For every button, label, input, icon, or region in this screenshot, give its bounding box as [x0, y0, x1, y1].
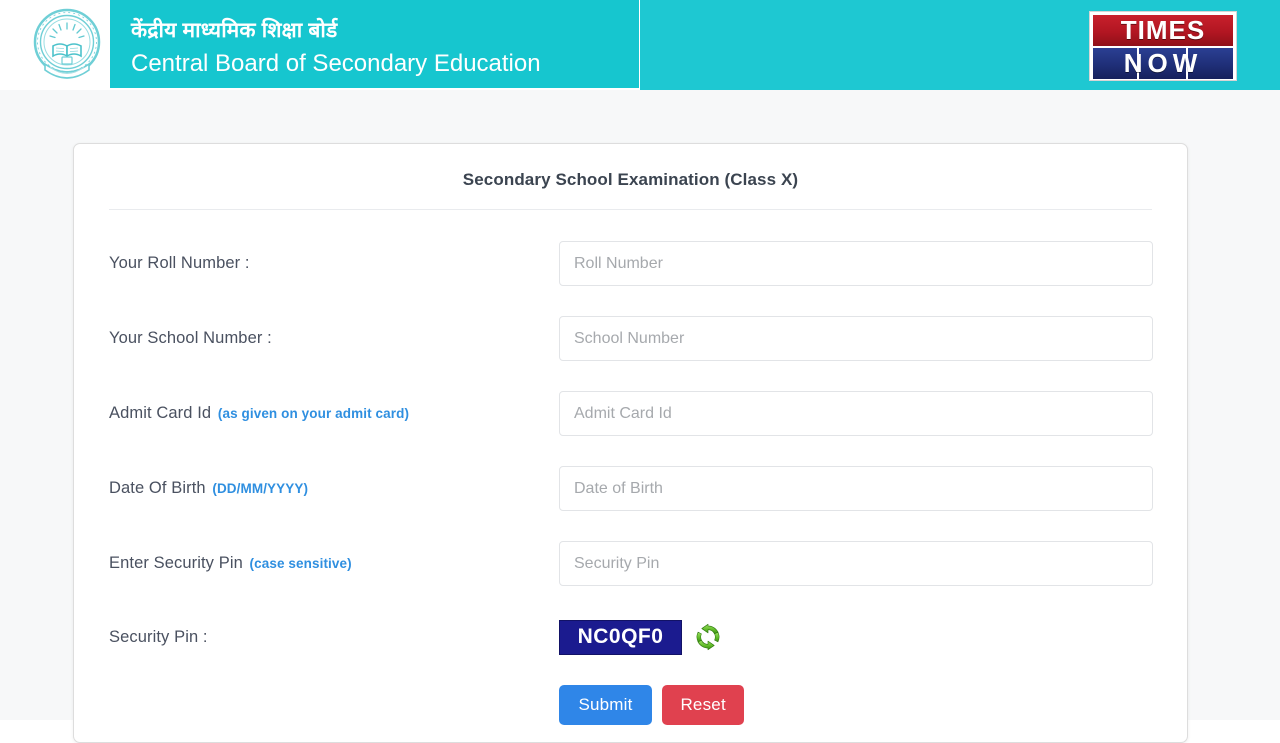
form-row-roll-number: Your Roll Number : [109, 226, 1153, 301]
roll-number-input[interactable] [559, 241, 1153, 286]
label-school-number-text: Your School Number : [109, 329, 272, 347]
date-of-birth-input[interactable] [559, 466, 1153, 511]
submit-button[interactable]: Submit [559, 685, 652, 725]
label-captcha: Security Pin : [109, 628, 559, 647]
page-root: केंद्रीय माध्यमिक शिक्षा बोर्ड Central B… [0, 0, 1280, 743]
field-captcha: NC0QF0 [559, 619, 1152, 655]
label-roll-number-text: Your Roll Number : [109, 254, 250, 272]
times-now-top-word: TIMES [1120, 15, 1206, 45]
hint-security-pin: (case sensitive) [249, 556, 352, 571]
form-row-captcha: Security Pin : NC0QF0 [109, 601, 1152, 673]
captcha-code: NC0QF0 [577, 625, 664, 648]
result-login-form: Your Roll Number : Your School Number : [74, 210, 1187, 673]
result-login-card: Secondary School Examination (Class X) Y… [73, 143, 1188, 743]
board-name-block: केंद्रीय माध्यमिक शिक्षा बोर्ड Central B… [131, 18, 651, 78]
times-now-top-bar: TIMES [1093, 15, 1233, 46]
reset-button[interactable]: Reset [662, 685, 744, 725]
refresh-icon[interactable] [693, 622, 723, 652]
site-header: केंद्रीय माध्यमिक शिक्षा बोर्ड Central B… [0, 0, 1280, 90]
field-school-number [559, 316, 1153, 361]
field-date-of-birth [559, 466, 1153, 511]
board-name-hindi: केंद्रीय माध्यमिक शिक्षा बोर्ड [131, 19, 338, 42]
times-now-bottom-bar: NOW [1093, 48, 1233, 79]
field-security-pin [559, 541, 1153, 586]
captcha-wrapper: NC0QF0 [559, 619, 1152, 655]
label-admit-card-id-text: Admit Card Id [109, 404, 212, 422]
times-now-bottom-word: NOW [1123, 48, 1203, 78]
form-row-school-number: Your School Number : [109, 301, 1153, 376]
form-actions: Submit Reset [74, 673, 1187, 725]
page-title: Secondary School Examination (Class X) [462, 170, 799, 189]
actions-buttons: Submit Reset [559, 685, 744, 725]
captcha-image: NC0QF0 [559, 619, 682, 655]
label-roll-number: Your Roll Number : [109, 254, 559, 273]
form-row-admit-card-id: Admit Card Id (as given on your admit ca… [109, 376, 1153, 451]
label-admit-card-id: Admit Card Id (as given on your admit ca… [109, 404, 559, 423]
hint-admit-card-id: (as given on your admit card) [217, 406, 410, 421]
board-name-english: Central Board of Secondary Education [131, 50, 541, 77]
admit-card-id-input[interactable] [559, 391, 1153, 436]
hint-date-of-birth: (DD/MM/YYYY) [212, 481, 309, 496]
field-admit-card-id [559, 391, 1153, 436]
label-school-number: Your School Number : [109, 329, 559, 348]
content-area: Secondary School Examination (Class X) Y… [0, 90, 1280, 743]
field-roll-number [559, 241, 1153, 286]
security-pin-input[interactable] [559, 541, 1153, 586]
form-row-date-of-birth: Date Of Birth (DD/MM/YYYY) [109, 451, 1153, 526]
cbse-emblem-icon [28, 6, 106, 86]
label-captcha-text: Security Pin : [109, 627, 208, 646]
times-now-logo: TIMES NOW [1090, 12, 1236, 80]
label-security-pin-text: Enter Security Pin [109, 554, 243, 572]
label-security-pin: Enter Security Pin (case sensitive) [109, 554, 559, 573]
form-row-security-pin: Enter Security Pin (case sensitive) [109, 526, 1153, 601]
label-date-of-birth-text: Date Of Birth [109, 479, 206, 497]
actions-spacer [109, 685, 559, 725]
label-date-of-birth: Date Of Birth (DD/MM/YYYY) [109, 479, 559, 498]
school-number-input[interactable] [559, 316, 1153, 361]
